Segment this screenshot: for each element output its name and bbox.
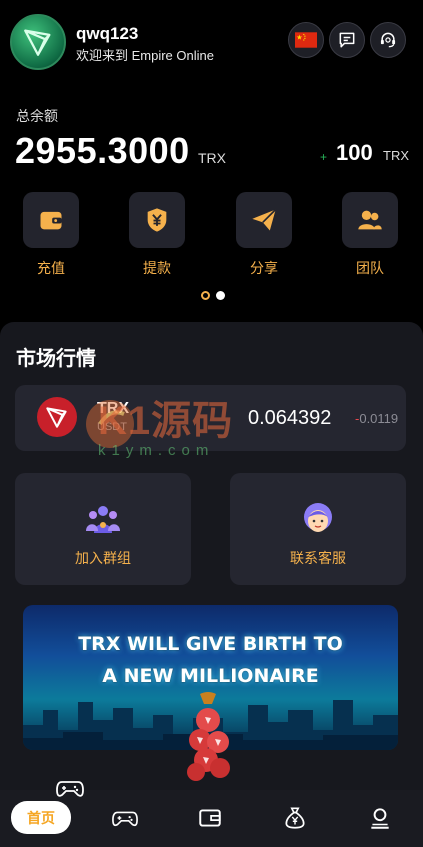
- gamepad-icon[interactable]: [56, 776, 84, 800]
- flag-china-icon: [295, 32, 317, 48]
- carousel-indicator: [201, 291, 225, 300]
- watermark-text: K1源码: [98, 399, 234, 443]
- customer-service-button[interactable]: [370, 22, 406, 58]
- tab-home[interactable]: 首页: [11, 801, 71, 834]
- gamepad-icon: [112, 811, 138, 827]
- welcome-text: 欢迎来到 Empire Online: [76, 48, 214, 63]
- ticker-price: 0.064392: [248, 407, 332, 429]
- carousel-dot-active[interactable]: [201, 291, 210, 300]
- banner-line-1: TRX WILL GIVE BIRTH TO: [78, 633, 343, 655]
- balance-label: 总余额: [16, 108, 58, 124]
- support-agent-icon: [304, 503, 332, 532]
- bonus-sign: +: [320, 150, 328, 164]
- header: qwq123 欢迎来到 Empire Online: [0, 0, 423, 80]
- market-title: 市场行情: [16, 348, 96, 370]
- wallet-icon: [40, 211, 62, 230]
- team-button[interactable]: 团队: [342, 192, 398, 278]
- ticker-change-value: 0.0119: [359, 411, 399, 426]
- trx-coin-logo: [37, 397, 77, 437]
- tab-wallet[interactable]: [190, 801, 230, 835]
- recharge-icon-tile: [23, 192, 79, 248]
- team-icon: [358, 210, 382, 230]
- share-label: 分享: [250, 260, 278, 276]
- language-button[interactable]: [288, 22, 324, 58]
- join-group-label: 加入群组: [75, 550, 131, 566]
- tab-profile[interactable]: [360, 801, 400, 835]
- message-button[interactable]: [329, 22, 365, 58]
- money-bag-icon: [285, 807, 305, 829]
- bonus-unit: TRX: [383, 148, 409, 163]
- money-bag-graphic: [187, 692, 230, 781]
- watermark-subtext: k1ym.com: [98, 442, 215, 459]
- tron-logo-icon: [24, 29, 51, 56]
- withdraw-button[interactable]: 提款: [129, 192, 185, 278]
- paper-plane-icon: [252, 208, 277, 231]
- share-button[interactable]: 分享: [236, 192, 292, 278]
- bonus-value: 100: [336, 140, 373, 165]
- ticker-change: -0.0119: [355, 411, 398, 426]
- tab-games[interactable]: [105, 801, 145, 835]
- user-icon: [371, 808, 389, 829]
- message-icon: [339, 32, 355, 48]
- tab-finance[interactable]: [275, 801, 315, 835]
- team-label: 团队: [356, 260, 384, 276]
- contact-support-label: 联系客服: [290, 550, 346, 566]
- group-icon: [86, 506, 120, 533]
- withdraw-label: 提款: [143, 260, 171, 276]
- tron-logo-icon: [46, 407, 67, 428]
- balance-value: 2955.3000: [15, 130, 190, 171]
- customer-service-icon: [380, 32, 396, 48]
- recharge-button[interactable]: 充值: [23, 192, 79, 278]
- balance-unit: TRX: [198, 150, 226, 166]
- username: qwq123: [76, 24, 139, 43]
- team-icon-tile: [342, 192, 398, 248]
- recharge-label: 充值: [37, 260, 65, 276]
- join-group-card[interactable]: 加入群组: [15, 473, 191, 585]
- wallet-icon: [199, 809, 221, 827]
- yuan-shield-icon: [147, 208, 167, 232]
- carousel-dot[interactable]: [216, 291, 225, 300]
- contact-support-card[interactable]: 联系客服: [230, 473, 406, 585]
- withdraw-icon-tile: [129, 192, 185, 248]
- avatar[interactable]: [10, 14, 66, 70]
- share-icon-tile: [236, 192, 292, 248]
